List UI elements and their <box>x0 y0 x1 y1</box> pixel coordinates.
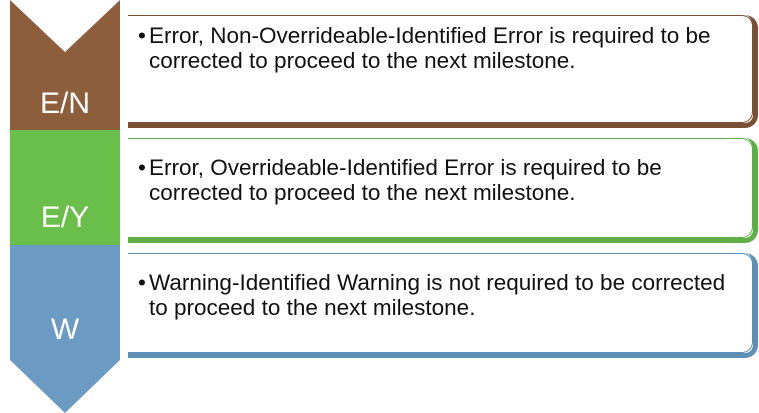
step-description-e-n: Error, Non-Overrideable-Identified Error… <box>149 23 711 73</box>
bullet: • <box>138 270 146 295</box>
step-description-row: • Error, Non-Overrideable-Identified Err… <box>138 23 747 73</box>
step-code-e-n: E/N <box>40 87 90 120</box>
bullet: • <box>138 23 146 48</box>
bullet: • <box>138 155 146 180</box>
step-code-w: W <box>51 313 80 346</box>
step-description-e-y: Error, Overrideable-Identified Error is … <box>149 155 662 205</box>
step-card-w: • Warning-Identified Warning is not requ… <box>128 253 758 358</box>
step-card-e-y: • Error, Overrideable-Identified Error i… <box>128 138 758 243</box>
step-card-e-n: • Error, Non-Overrideable-Identified Err… <box>128 15 758 128</box>
step-description-row: • Warning-Identified Warning is not requ… <box>138 270 747 320</box>
step-description-row: • Error, Overrideable-Identified Error i… <box>138 155 747 205</box>
step-description-w: Warning-Identified Warning is not requir… <box>149 270 726 320</box>
step-code-e-y: E/Y <box>41 201 89 234</box>
